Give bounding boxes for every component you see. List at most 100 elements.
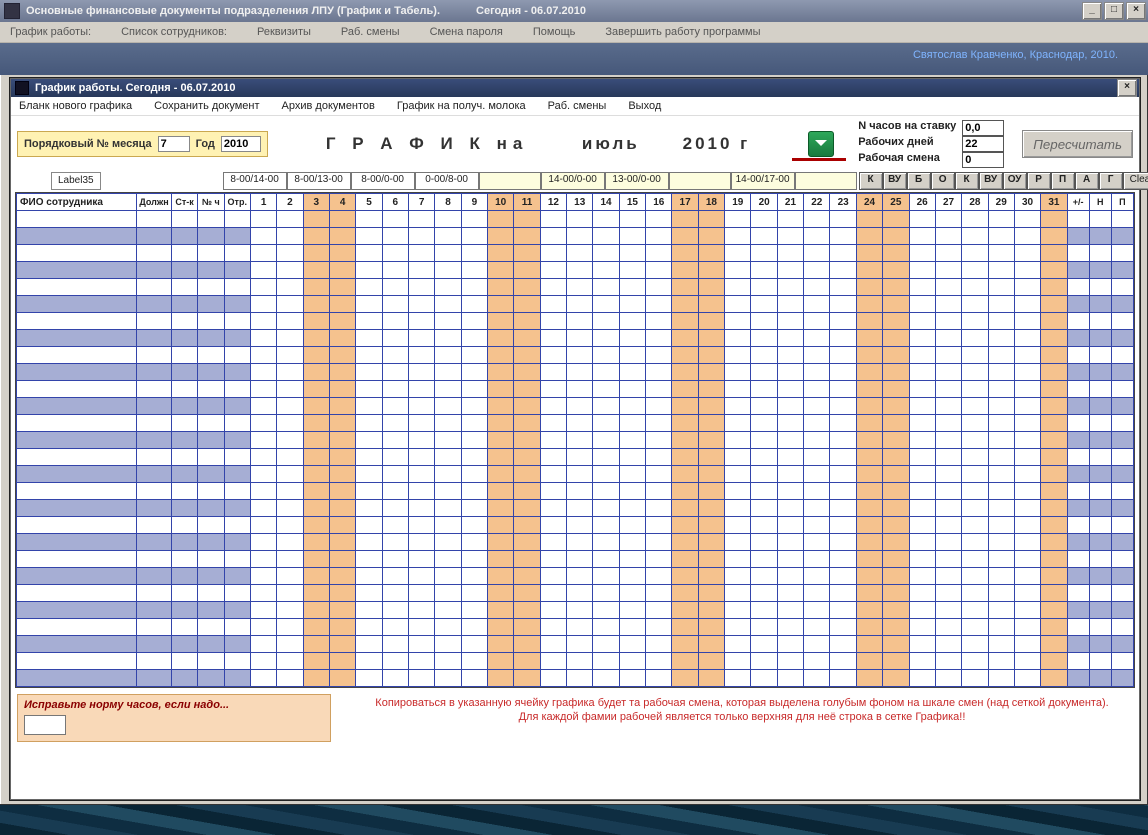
cell-name[interactable] — [17, 364, 137, 381]
cell-otr[interactable] — [224, 228, 250, 245]
code-button-ву[interactable]: ВУ — [883, 172, 907, 190]
menu-item[interactable]: Завершить работу программы — [605, 26, 760, 38]
cell-day[interactable] — [698, 636, 724, 653]
cell-day[interactable] — [777, 568, 803, 585]
cell-append[interactable] — [1111, 279, 1133, 296]
cell-day[interactable] — [514, 602, 540, 619]
cell-day[interactable] — [1041, 636, 1067, 653]
cell-day[interactable] — [804, 602, 830, 619]
cell-name[interactable] — [17, 415, 137, 432]
cell-day[interactable] — [909, 517, 935, 534]
col-rate[interactable]: Ст-к — [171, 194, 197, 211]
cell-day[interactable] — [303, 602, 329, 619]
cell-day[interactable] — [804, 517, 830, 534]
cell-rate[interactable] — [171, 636, 197, 653]
cell-rate[interactable] — [171, 466, 197, 483]
cell-day[interactable] — [540, 381, 566, 398]
cell-day[interactable] — [751, 296, 777, 313]
cell-day[interactable] — [329, 585, 355, 602]
cell-day[interactable] — [672, 636, 698, 653]
cell-rate[interactable] — [171, 551, 197, 568]
cell-day[interactable] — [646, 551, 672, 568]
cell-day[interactable] — [1014, 585, 1040, 602]
cell-day[interactable] — [672, 262, 698, 279]
cell-hours[interactable] — [198, 432, 224, 449]
cell-day[interactable] — [514, 449, 540, 466]
cell-day[interactable] — [988, 619, 1014, 636]
cell-day[interactable] — [646, 636, 672, 653]
cell-day[interactable] — [329, 619, 355, 636]
col-otr[interactable]: Отр. — [224, 194, 250, 211]
cell-day[interactable] — [277, 670, 303, 687]
col-day-12[interactable]: 12 — [540, 194, 566, 211]
cell-day[interactable] — [988, 670, 1014, 687]
cell-day[interactable] — [461, 211, 487, 228]
cell-day[interactable] — [962, 398, 988, 415]
col-day-29[interactable]: 29 — [988, 194, 1014, 211]
cell-day[interactable] — [935, 500, 961, 517]
cell-day[interactable] — [435, 602, 461, 619]
cell-rate[interactable] — [171, 432, 197, 449]
cell-day[interactable] — [329, 636, 355, 653]
cell-append[interactable] — [1067, 517, 1089, 534]
cell-day[interactable] — [909, 466, 935, 483]
cell-day[interactable] — [830, 449, 856, 466]
cell-hours[interactable] — [198, 602, 224, 619]
cell-day[interactable] — [883, 517, 909, 534]
code-button-г[interactable]: Г — [1099, 172, 1123, 190]
cell-day[interactable] — [751, 670, 777, 687]
cell-day[interactable] — [382, 653, 408, 670]
cell-append[interactable] — [1089, 381, 1111, 398]
cell-day[interactable] — [672, 483, 698, 500]
close-button[interactable]: × — [1126, 2, 1146, 20]
cell-day[interactable] — [461, 619, 487, 636]
cell-day[interactable] — [804, 313, 830, 330]
cell-day[interactable] — [303, 466, 329, 483]
cell-hours[interactable] — [198, 568, 224, 585]
cell-otr[interactable] — [224, 364, 250, 381]
cell-day[interactable] — [250, 534, 276, 551]
cell-day[interactable] — [751, 347, 777, 364]
cell-day[interactable] — [830, 347, 856, 364]
cell-day[interactable] — [461, 245, 487, 262]
shift-preset[interactable]: 8-00/14-00 — [223, 172, 287, 190]
cell-day[interactable] — [382, 534, 408, 551]
cell-day[interactable] — [988, 415, 1014, 432]
cell-day[interactable] — [514, 313, 540, 330]
cell-day[interactable] — [883, 228, 909, 245]
cell-day[interactable] — [646, 347, 672, 364]
cell-day[interactable] — [909, 432, 935, 449]
cell-day[interactable] — [988, 364, 1014, 381]
cell-day[interactable] — [461, 534, 487, 551]
cell-name[interactable] — [17, 313, 137, 330]
cell-day[interactable] — [540, 466, 566, 483]
cell-day[interactable] — [725, 517, 751, 534]
cell-append[interactable] — [1111, 568, 1133, 585]
cell-day[interactable] — [488, 602, 514, 619]
cell-day[interactable] — [250, 279, 276, 296]
cell-day[interactable] — [303, 245, 329, 262]
cell-day[interactable] — [777, 432, 803, 449]
cell-day[interactable] — [646, 313, 672, 330]
cell-day[interactable] — [619, 364, 645, 381]
cell-day[interactable] — [277, 296, 303, 313]
cell-day[interactable] — [567, 500, 593, 517]
cell-append[interactable] — [1067, 619, 1089, 636]
cell-day[interactable] — [514, 398, 540, 415]
table-row[interactable] — [17, 500, 1134, 517]
cell-hours[interactable] — [198, 415, 224, 432]
cell-day[interactable] — [751, 364, 777, 381]
cell-day[interactable] — [856, 398, 882, 415]
cell-day[interactable] — [856, 653, 882, 670]
cell-day[interactable] — [567, 466, 593, 483]
cell-day[interactable] — [909, 670, 935, 687]
cell-day[interactable] — [672, 653, 698, 670]
cell-rate[interactable] — [171, 347, 197, 364]
cell-day[interactable] — [567, 330, 593, 347]
cell-day[interactable] — [962, 245, 988, 262]
cell-rate[interactable] — [171, 364, 197, 381]
cell-day[interactable] — [962, 636, 988, 653]
cell-day[interactable] — [593, 534, 619, 551]
cell-day[interactable] — [672, 551, 698, 568]
cell-day[interactable] — [909, 619, 935, 636]
